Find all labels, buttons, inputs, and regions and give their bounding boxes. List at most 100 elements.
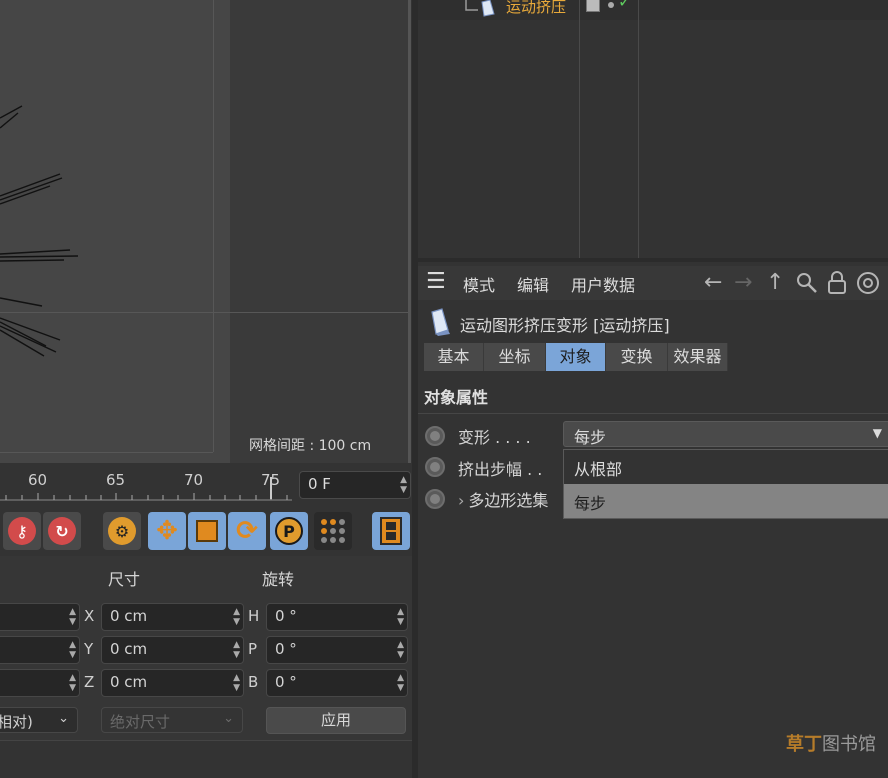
size-z-value: 0 cm — [110, 673, 148, 691]
extruded-geometry — [0, 105, 79, 357]
position-y-field[interactable]: ▲ ▼ — [0, 636, 80, 664]
scheme-button[interactable] — [372, 512, 410, 550]
attribute-manager: ☰ 模式 编辑 用户数据 ← → ↑ 运动图形挤压变形 [运动挤压] 基本 坐标… — [418, 266, 888, 778]
rotation-p-value: 0 ° — [275, 640, 297, 658]
extrude-object-icon — [431, 308, 450, 336]
menu-mode[interactable]: 模式 — [463, 272, 495, 296]
deform-select[interactable]: 每步 ▼ — [563, 421, 888, 447]
key-point-level-button[interactable] — [314, 512, 352, 550]
point-grid-icon — [321, 519, 345, 543]
rotation-axis-p: P — [248, 640, 258, 658]
timeline-tick-label: 60 — [28, 471, 48, 489]
coordinate-mode-select[interactable]: 相对) ⌄ — [0, 707, 78, 733]
key-scale-button[interactable] — [188, 512, 226, 550]
object-name[interactable]: 运动挤压 — [506, 0, 566, 17]
section-divider — [418, 413, 888, 414]
editor-visibility-icon[interactable] — [586, 0, 600, 12]
polygon-selection-animate-toggle[interactable] — [425, 489, 445, 509]
size-y-field[interactable]: 0 cm ▲ ▼ — [101, 636, 244, 664]
panel-divider[interactable] — [418, 258, 888, 262]
auto-key-button[interactable]: ↻ — [43, 512, 81, 550]
size-x-field[interactable]: 0 cm ▲ ▼ — [101, 603, 244, 631]
rotation-b-field[interactable]: 0 ° ▲ ▼ — [266, 669, 408, 697]
up-arrow-icon[interactable]: ↑ — [766, 270, 784, 295]
spinner-icon[interactable]: ▲ ▼ — [233, 640, 240, 660]
enabled-check-icon[interactable]: ✓ — [618, 0, 631, 11]
deform-dropdown-menu: 从根部 每步 — [563, 449, 888, 519]
rotation-axis-h: H — [248, 607, 260, 625]
spinner-icon[interactable]: ▲ ▼ — [397, 640, 404, 660]
tab-transform[interactable]: 变换 — [606, 343, 668, 371]
rotate-icon: ⟳ — [236, 516, 258, 546]
column-divider — [638, 0, 639, 258]
hamburger-menu-icon[interactable]: ☰ — [426, 269, 446, 294]
render-dot-icon[interactable] — [608, 2, 614, 8]
chevron-down-icon: ▼ — [872, 426, 882, 440]
tab-coordinates[interactable]: 坐标 — [484, 343, 546, 371]
gear-icon: ⚙ — [108, 517, 136, 545]
rotation-axis-b: B — [248, 673, 259, 691]
key-position-button[interactable]: ✥ — [148, 512, 186, 550]
tab-basic[interactable]: 基本 — [424, 343, 484, 371]
spinner-icon[interactable]: ▲ ▼ — [397, 607, 404, 627]
viewport-border — [408, 0, 411, 463]
section-title: 对象属性 — [424, 388, 489, 407]
timeline[interactable]: 60 65 70 75 0 F ▲▼ — [0, 463, 411, 505]
menu-edit[interactable]: 编辑 — [517, 272, 549, 296]
size-mode-value: 绝对尺寸 — [110, 713, 171, 731]
rotation-column-header: 旋转 — [262, 570, 295, 589]
position-x-field[interactable]: ▲ ▼ — [0, 603, 80, 631]
film-icon — [380, 517, 402, 545]
size-mode-select[interactable]: 绝对尺寸 ⌄ — [101, 707, 243, 733]
dropdown-option-per-step[interactable]: 每步 — [564, 484, 888, 518]
rotation-p-field[interactable]: 0 ° ▲ ▼ — [266, 636, 408, 664]
menu-user-data[interactable]: 用户数据 — [571, 272, 635, 296]
chevron-right-icon[interactable]: › — [458, 491, 464, 510]
size-axis-y: Y — [84, 640, 94, 658]
chevron-down-icon: ⌄ — [58, 711, 69, 726]
spinner-icon[interactable]: ▲ ▼ — [397, 673, 404, 693]
object-manager: 运动挤压 ✓ — [418, 0, 888, 262]
lock-icon[interactable] — [826, 271, 848, 295]
rotation-h-value: 0 ° — [275, 607, 297, 625]
timeline-playhead[interactable] — [270, 477, 272, 499]
scale-icon — [196, 520, 218, 542]
tab-object[interactable]: 对象 — [546, 343, 606, 371]
search-icon[interactable] — [796, 272, 818, 294]
size-z-field[interactable]: 0 cm ▲ ▼ — [101, 669, 244, 697]
key-rotation-button[interactable]: ⟳ — [228, 512, 266, 550]
polygon-selection-label[interactable]: › 多边形选集 — [458, 487, 548, 511]
position-z-field[interactable]: ▲ ▼ — [0, 669, 80, 697]
chevron-down-icon: ⌄ — [223, 711, 234, 726]
spinner-icon[interactable]: ▲ ▼ — [400, 475, 407, 495]
size-axis-z: Z — [84, 673, 95, 691]
deform-animate-toggle[interactable] — [425, 426, 445, 446]
rotation-h-field[interactable]: 0 ° ▲ ▼ — [266, 603, 408, 631]
current-frame-field[interactable]: 0 F ▲ ▼ — [299, 471, 411, 499]
key-parameter-button[interactable]: P — [270, 512, 308, 550]
timeline-ruler[interactable] — [0, 493, 292, 501]
spinner-icon[interactable]: ▲ ▼ — [233, 673, 240, 693]
coordinate-mode-value: 相对) — [0, 713, 33, 731]
target-icon[interactable] — [856, 271, 880, 295]
apply-button[interactable]: 应用 — [266, 707, 406, 734]
key-icon: ⚷ — [8, 517, 36, 545]
record-keys-button[interactable]: ⚷ — [3, 512, 41, 550]
extrude-steps-animate-toggle[interactable] — [425, 457, 445, 477]
spinner-icon[interactable]: ▲ ▼ — [233, 607, 240, 627]
spinner-icon[interactable]: ▲ ▼ — [69, 673, 76, 693]
watermark-brand: 草丁 — [786, 734, 822, 755]
dropdown-option-from-root[interactable]: 从根部 — [564, 450, 888, 484]
tab-effectors[interactable]: 效果器 — [668, 343, 728, 371]
viewport[interactable]: 网格间距 : 100 cm — [0, 0, 410, 463]
rotation-b-value: 0 ° — [275, 673, 297, 691]
forward-arrow-icon[interactable]: → — [734, 270, 752, 295]
object-row[interactable]: 运动挤压 ✓ — [418, 0, 888, 20]
key-settings-button[interactable]: ⚙ — [103, 512, 141, 550]
parameter-icon: P — [275, 517, 303, 545]
watermark: 草丁图书馆 — [786, 730, 876, 756]
spinner-icon[interactable]: ▲ ▼ — [69, 640, 76, 660]
deform-select-value: 每步 — [574, 428, 607, 447]
spinner-icon[interactable]: ▲ ▼ — [69, 607, 76, 627]
back-arrow-icon[interactable]: ← — [704, 270, 722, 295]
